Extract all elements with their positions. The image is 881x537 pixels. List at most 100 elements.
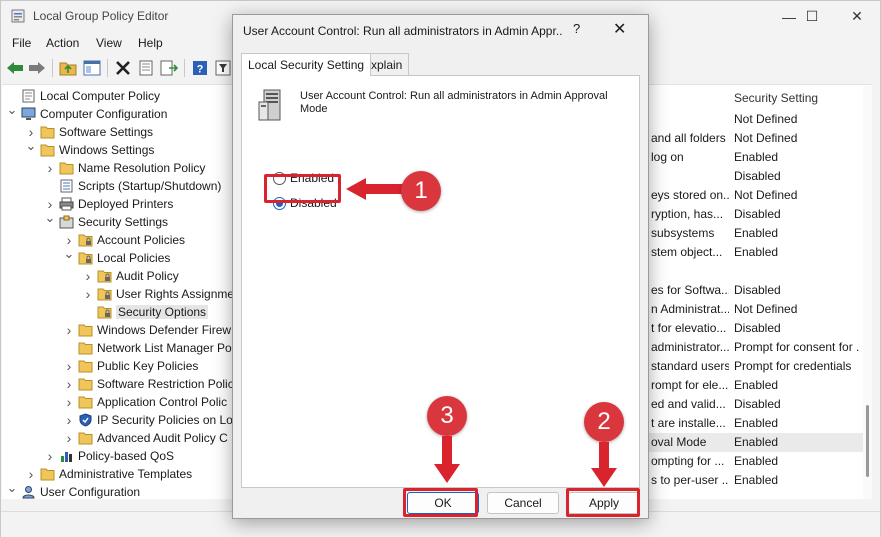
tab-local-security-setting[interactable]: Local Security Setting bbox=[241, 53, 372, 76]
chevron-down-icon[interactable]: ⌄ bbox=[25, 138, 37, 154]
tree-item[interactable]: › Advanced Audit Policy C bbox=[63, 429, 228, 447]
back-button[interactable] bbox=[5, 58, 25, 78]
tree-item-label: Software Settings bbox=[59, 125, 154, 139]
menu-help[interactable]: Help bbox=[138, 36, 163, 50]
chevron-down-icon[interactable]: ⌄ bbox=[63, 246, 75, 262]
chevron-down-icon[interactable]: ⌄ bbox=[44, 210, 56, 226]
chevron-right-icon[interactable]: › bbox=[63, 322, 75, 338]
tree-item[interactable]: › Account Policies bbox=[63, 231, 185, 249]
folder-lock-icon bbox=[97, 287, 112, 301]
tree-item[interactable]: › Windows Defender Firew bbox=[63, 321, 231, 339]
arrow-down-icon bbox=[434, 436, 460, 483]
policy-name-cell: and all folders bbox=[651, 131, 726, 145]
user-icon bbox=[21, 485, 36, 499]
column-header-security-setting[interactable]: Security Setting bbox=[734, 91, 818, 105]
tree-item[interactable]: Local Computer Policy bbox=[6, 87, 160, 105]
computer-icon bbox=[21, 107, 36, 121]
vertical-scrollbar[interactable] bbox=[863, 85, 872, 499]
chevron-right-icon[interactable]: › bbox=[63, 358, 75, 374]
chevron-right-icon[interactable]: › bbox=[82, 268, 94, 284]
step-2-badge: 2 bbox=[584, 402, 624, 442]
tree-item[interactable]: › Software Settings bbox=[25, 123, 153, 141]
tree-item[interactable]: › Public Key Policies bbox=[63, 357, 199, 375]
folder-icon bbox=[78, 395, 93, 409]
chevron-right-icon[interactable]: › bbox=[44, 160, 56, 176]
arrow-down-icon bbox=[591, 442, 617, 487]
tree-item[interactable]: › Policy-based QoS bbox=[44, 447, 174, 465]
tree-item-label: Deployed Printers bbox=[78, 197, 174, 211]
security-setting-cell: Not Defined bbox=[734, 188, 798, 202]
tree-item-label: Windows Settings bbox=[59, 143, 155, 157]
chevron-right-icon[interactable]: › bbox=[63, 430, 75, 446]
tree-item-label: Scripts (Startup/Shutdown) bbox=[78, 179, 222, 193]
tree-item-label: Name Resolution Policy bbox=[78, 161, 206, 175]
tree-item[interactable]: › Audit Policy bbox=[82, 267, 179, 285]
tree-item[interactable]: › IP Security Policies on Lo bbox=[63, 411, 233, 429]
security-setting-cell: Not Defined bbox=[734, 131, 798, 145]
dialog-help-button[interactable]: ? bbox=[573, 21, 580, 36]
close-button[interactable]: ✕ bbox=[834, 1, 880, 32]
tree-item[interactable]: › Deployed Printers bbox=[44, 195, 174, 213]
folder-icon bbox=[40, 467, 55, 481]
scrollbar-thumb[interactable] bbox=[866, 405, 869, 477]
folder-icon bbox=[40, 143, 55, 157]
properties-button[interactable] bbox=[136, 58, 156, 78]
security-setting-cell: Not Defined bbox=[734, 112, 798, 126]
show-hide-tree-button[interactable] bbox=[82, 58, 102, 78]
tree-item[interactable]: Security Options bbox=[82, 303, 209, 321]
tree-item-label: Administrative Templates bbox=[59, 467, 193, 481]
tree-item-label: Application Control Polic bbox=[97, 395, 228, 409]
chevron-down-icon[interactable]: ⌄ bbox=[6, 102, 18, 118]
chevron-down-icon[interactable]: ⌄ bbox=[6, 480, 18, 496]
tree-item[interactable]: ⌄ Computer Configuration bbox=[6, 102, 168, 123]
menu-view[interactable]: View bbox=[96, 36, 122, 50]
chevron-right-icon[interactable]: › bbox=[44, 448, 56, 464]
export-list-button[interactable] bbox=[159, 58, 179, 78]
help-question-icon: ? bbox=[193, 61, 207, 76]
chevron-right-icon[interactable]: › bbox=[82, 286, 94, 302]
up-folder-button[interactable] bbox=[58, 58, 78, 78]
filter-button[interactable] bbox=[213, 58, 233, 78]
menu-file[interactable]: File bbox=[12, 36, 31, 50]
forward-button[interactable] bbox=[27, 58, 47, 78]
tree-item-label: User Rights Assignme bbox=[116, 287, 235, 301]
help-button[interactable]: ? bbox=[190, 58, 210, 78]
properties-sheet-icon bbox=[139, 60, 153, 76]
console-tree-pane: Local Computer Policy ⌄ Computer Configura… bbox=[2, 84, 241, 499]
chevron-right-icon[interactable]: › bbox=[63, 394, 75, 410]
policy-name-cell: eys stored on... bbox=[651, 188, 729, 202]
chevron-right-icon[interactable]: › bbox=[63, 412, 75, 428]
tree-item[interactable]: Network List Manager Po bbox=[63, 339, 232, 357]
tree-item[interactable]: ⌄ Windows Settings bbox=[25, 138, 155, 159]
tree-item[interactable]: › User Rights Assignme bbox=[82, 285, 234, 303]
tree-item[interactable]: ⌄ Security Settings bbox=[44, 210, 169, 231]
menu-action[interactable]: Action bbox=[46, 36, 79, 50]
computer-policy-icon bbox=[21, 89, 36, 103]
security-setting-cell: Enabled bbox=[734, 416, 779, 430]
tree-item-label: Windows Defender Firew bbox=[97, 323, 232, 337]
folder-icon bbox=[78, 377, 93, 391]
folder-icon bbox=[40, 125, 55, 139]
policy-name-cell: s to per-user ... bbox=[651, 473, 729, 487]
tree-item[interactable]: › Administrative Templates bbox=[25, 465, 193, 483]
tree-item[interactable]: ⌄ Local Policies bbox=[63, 246, 171, 267]
tree-item[interactable]: ⌄ User Configuration bbox=[6, 480, 141, 499]
tree-item-label: Software Restriction Polic bbox=[97, 377, 234, 391]
delete-button[interactable] bbox=[113, 58, 133, 78]
chevron-right-icon[interactable]: › bbox=[63, 376, 75, 392]
maximize-button[interactable]: ☐ bbox=[789, 1, 835, 32]
tree-item[interactable]: › Application Control Polic bbox=[63, 393, 227, 411]
tree-item[interactable]: Scripts (Startup/Shutdown) bbox=[44, 177, 221, 195]
security-setting-cell: Enabled bbox=[734, 150, 779, 164]
tree-item-label: Security Options bbox=[116, 305, 209, 319]
chevron-right-icon[interactable]: › bbox=[25, 466, 37, 482]
tree-item[interactable]: › Software Restriction Polic bbox=[63, 375, 234, 393]
security-setting-cell: Enabled bbox=[734, 435, 779, 449]
back-arrow-icon bbox=[7, 62, 23, 74]
apply-highlight-box bbox=[566, 488, 640, 517]
tree-item[interactable]: › Name Resolution Policy bbox=[44, 159, 206, 177]
dialog-close-button[interactable]: ✕ bbox=[613, 19, 626, 39]
cancel-button[interactable]: Cancel bbox=[487, 492, 559, 514]
folder-icon bbox=[78, 323, 93, 337]
security-setting-cell: Disabled bbox=[734, 397, 781, 411]
